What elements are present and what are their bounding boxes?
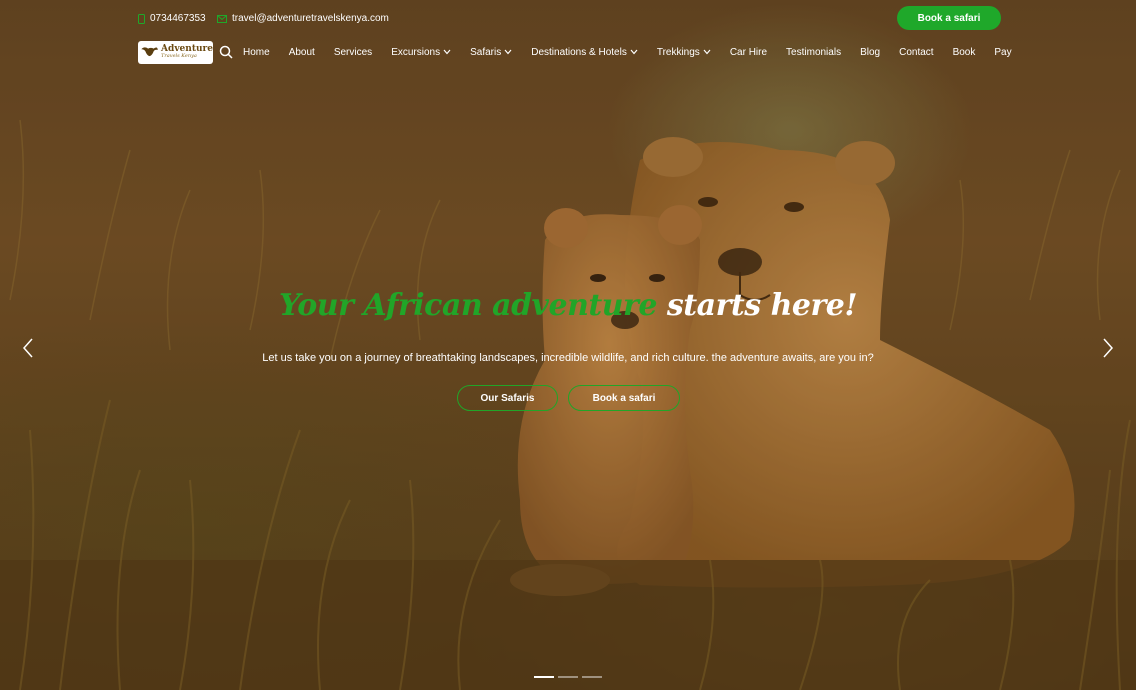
nav-item-destinations-hotels[interactable]: Destinations & Hotels — [531, 47, 638, 58]
chevron-left-icon — [22, 338, 33, 358]
chevron-down-icon — [630, 49, 638, 55]
logo-subtitle: Travels Kenya — [161, 53, 197, 59]
nav-item-label: Car Hire — [729, 46, 768, 58]
nav-item-pay[interactable]: Pay — [994, 47, 1011, 58]
hero-cta-row: Our Safaris Book a safari — [457, 385, 680, 411]
search-icon[interactable] — [219, 45, 233, 59]
phone-icon — [138, 13, 145, 24]
buffalo-logo-icon — [141, 47, 158, 57]
hero-subtitle: Let us take you on a journey of breathta… — [262, 352, 874, 364]
nav-item-about[interactable]: About — [289, 47, 315, 58]
email-address: travel@adventuretravelskenya.com — [232, 13, 389, 24]
headline-white: starts here! — [666, 288, 858, 323]
slider-next-arrow[interactable] — [1100, 336, 1116, 365]
chevron-right-icon — [1103, 338, 1114, 358]
nav-item-label: Trekkings — [656, 46, 700, 58]
nav-item-blog[interactable]: Blog — [860, 47, 880, 58]
nav-item-label: Services — [333, 46, 373, 58]
nav-item-label: Destinations & Hotels — [531, 46, 627, 58]
nav-item-label: Book — [952, 46, 976, 58]
nav-item-safaris[interactable]: Safaris — [470, 47, 512, 58]
chevron-down-icon — [504, 49, 512, 55]
nav-item-trekkings[interactable]: Trekkings — [657, 47, 711, 58]
top-bar: 0734467353 travel@adventuretravelskenya.… — [138, 6, 1001, 30]
slider-dot[interactable] — [534, 676, 554, 678]
logo[interactable]: Adventure Travels Kenya — [138, 40, 213, 64]
nav-item-contact[interactable]: Contact — [899, 47, 933, 58]
chevron-down-icon — [443, 49, 451, 55]
hero-background — [0, 0, 1136, 690]
nav-item-label: Blog — [860, 46, 881, 58]
nav-item-label: About — [288, 46, 315, 58]
email-contact[interactable]: travel@adventuretravelskenya.com — [217, 13, 389, 24]
nav-item-excursions[interactable]: Excursions — [391, 47, 451, 58]
hero-overlay — [0, 0, 1136, 690]
envelope-icon — [217, 14, 227, 23]
nav-item-label: Excursions — [391, 46, 441, 58]
our-safaris-button[interactable]: Our Safaris — [457, 385, 558, 411]
nav-item-testimonials[interactable]: Testimonials — [786, 47, 841, 58]
nav-item-services[interactable]: Services — [334, 47, 372, 58]
hero-headline: Your African adventure starts here! — [0, 288, 1136, 323]
nav-item-car-hire[interactable]: Car Hire — [730, 47, 767, 58]
phone-contact[interactable]: 0734467353 — [138, 13, 206, 24]
nav-item-home[interactable]: Home — [243, 47, 270, 58]
nav-item-book[interactable]: Book — [953, 47, 976, 58]
book-safari-button[interactable]: Book a safari — [897, 6, 1001, 30]
slider-dot[interactable] — [582, 676, 602, 678]
slider-dots — [534, 676, 602, 678]
nav-menu: Home About Services Excursions Safaris Destin… — [243, 47, 1012, 58]
chevron-down-icon — [703, 49, 711, 55]
nav-item-label: Testimonials — [786, 46, 842, 58]
nav-item-label: Contact — [899, 46, 934, 58]
nav-item-label: Home — [243, 46, 270, 58]
slider-prev-arrow[interactable] — [20, 336, 36, 365]
nav-item-label: Safaris — [470, 46, 502, 58]
phone-number: 0734467353 — [150, 13, 206, 24]
hero-book-safari-button[interactable]: Book a safari — [568, 385, 680, 411]
main-nav: Adventure Travels Kenya Home About Service… — [138, 40, 1012, 64]
slider-dot[interactable] — [558, 676, 578, 678]
headline-green: Your African adventure — [278, 288, 658, 323]
nav-item-label: Pay — [994, 46, 1012, 58]
